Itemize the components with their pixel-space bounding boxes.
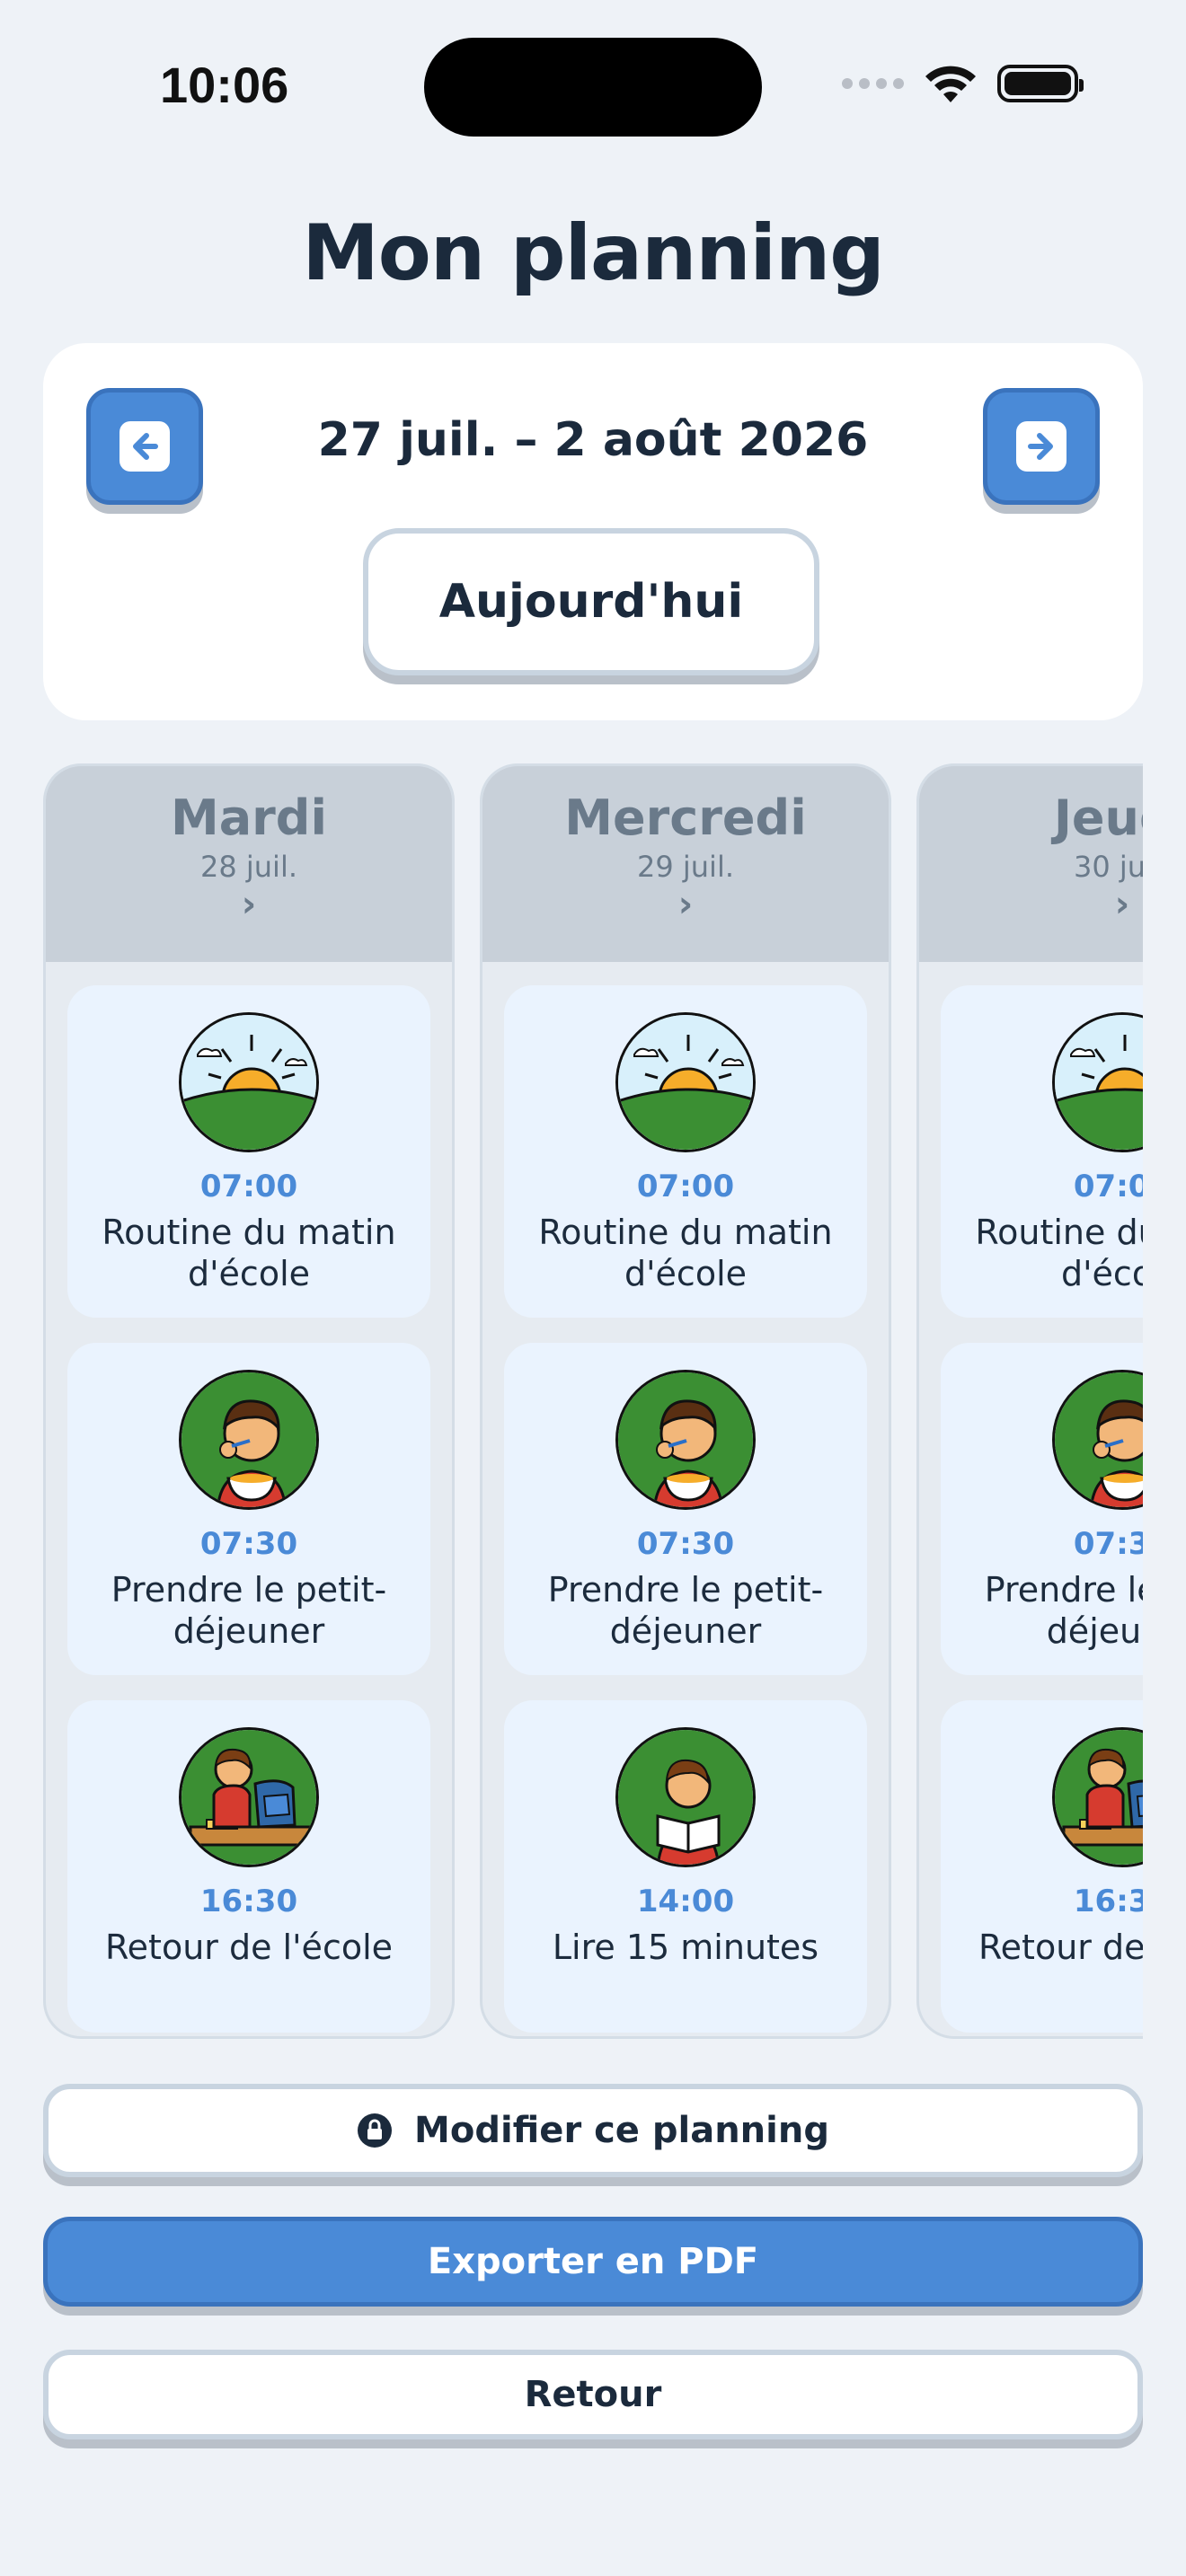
sunrise-icon	[615, 1012, 756, 1152]
sunrise-icon	[1052, 1012, 1143, 1152]
day-events: 07:00 Routine du matin d'école 07:30 Prendr…	[482, 962, 889, 2036]
dynamic-island	[424, 38, 762, 137]
days-track: Mardi 28 juil. › 07:00 Routine du matin d'éc…	[43, 763, 1143, 2039]
event-title: Prendre le petit-déjeuner	[547, 1570, 824, 1651]
sunrise-icon	[179, 1012, 319, 1152]
event-time: 07:30	[1073, 1526, 1143, 1562]
day-name: Mardi	[171, 790, 327, 846]
reading-icon	[615, 1727, 756, 1867]
event-card[interactable]: 16:30 Retour de l'école	[941, 1700, 1143, 2033]
day-events: 07:00 Routine du matin d'école 07:30 Prendr…	[919, 962, 1143, 2036]
event-card[interactable]: 07:30 Prendre le petit-déjeuner	[67, 1343, 430, 1675]
breakfast-icon	[179, 1370, 319, 1510]
event-card[interactable]: 07:00 Routine du matin d'école	[67, 985, 430, 1318]
arrow-right-icon	[1016, 421, 1067, 472]
event-title: Prendre le petit-déjeuner	[111, 1570, 387, 1651]
edit-planning-label: Modifier ce planning	[414, 2110, 829, 2151]
today-button[interactable]: Aujourd'hui	[363, 528, 819, 675]
event-time: 16:30	[199, 1883, 298, 1919]
event-card[interactable]: 07:30 Prendre le petit-déjeuner	[941, 1343, 1143, 1675]
week-navigation-card: 27 juil. – 2 août 2026 Aujourd'hui	[43, 343, 1143, 720]
edit-planning-button[interactable]: Modifier ce planning	[43, 2084, 1143, 2177]
status-icons	[842, 63, 1084, 104]
export-pdf-button[interactable]: Exporter en PDF	[43, 2217, 1143, 2307]
day-header[interactable]: Mercredi 29 juil. ›	[482, 766, 889, 962]
day-date: 28 juil.	[199, 850, 297, 884]
event-card[interactable]: 14:00 Lire 15 minutes	[504, 1700, 867, 2033]
event-card[interactable]: 16:30 Retour de l'école	[67, 1700, 430, 2033]
event-time: 14:00	[636, 1883, 735, 1919]
breakfast-icon	[1052, 1370, 1143, 1510]
days-scroller[interactable]: Mardi 28 juil. › 07:00 Routine du matin d'éc…	[43, 763, 1143, 2039]
event-title: Routine du matin d'école	[102, 1213, 396, 1293]
day-events: 07:00 Routine du matin d'école 07:30 Prendr…	[46, 962, 452, 2036]
chevron-right-icon: ›	[1114, 884, 1130, 925]
status-bar: 10:06	[0, 0, 1186, 162]
event-title: Routine du matin d'école	[975, 1213, 1143, 1293]
event-title: Retour de l'école	[104, 1928, 394, 1967]
event-card[interactable]: 07:30 Prendre le petit-déjeuner	[504, 1343, 867, 1675]
event-time: 07:00	[199, 1169, 298, 1204]
event-title: Routine du matin d'école	[538, 1213, 833, 1293]
next-week-button[interactable]	[983, 388, 1100, 505]
page-title: Mon planning	[302, 208, 885, 298]
day-column: Mercredi 29 juil. › 07:00 Routine du matin d…	[480, 763, 891, 2039]
day-column: Mardi 28 juil. › 07:00 Routine du matin d'éc…	[43, 763, 455, 2039]
event-title: Prendre le petit-déjeuner	[984, 1570, 1143, 1651]
day-name: Mercredi	[564, 790, 807, 846]
day-header[interactable]: Jeudi 30 juil.›	[919, 766, 1143, 962]
back-button[interactable]: Retour	[43, 2350, 1143, 2439]
week-range-label: 27 juil. – 2 août 2026	[317, 413, 869, 467]
event-time: 16:30	[1073, 1883, 1143, 1919]
wifi-icon	[925, 66, 976, 102]
status-time: 10:06	[160, 57, 289, 113]
day-date: 30 juil.	[1073, 850, 1143, 884]
event-card[interactable]: 07:00 Routine du matin d'école	[941, 985, 1143, 1318]
backpack-icon	[179, 1727, 319, 1867]
battery-icon	[997, 65, 1084, 102]
lock-icon	[358, 2113, 393, 2148]
event-time: 07:00	[636, 1169, 735, 1204]
event-time: 07:30	[636, 1526, 735, 1562]
event-title: Lire 15 minutes	[552, 1928, 819, 1967]
day-header[interactable]: Mardi 28 juil. ›	[46, 766, 452, 962]
event-card[interactable]: 07:00 Routine du matin d'école	[504, 985, 867, 1318]
event-title: Retour de l'école	[978, 1928, 1143, 1967]
event-time: 07:30	[199, 1526, 298, 1562]
day-name: Jeudi	[1053, 790, 1143, 846]
day-column: Jeudi 30 juil.› 07:00 Routine du matin d'éc…	[916, 763, 1143, 2039]
chevron-right-icon: ›	[241, 884, 257, 925]
cellular-signal-icon	[842, 78, 904, 89]
day-date: 29 juil.	[636, 850, 734, 884]
chevron-right-icon: ›	[677, 884, 694, 925]
backpack-icon	[1052, 1727, 1143, 1867]
event-time: 07:00	[1073, 1169, 1143, 1204]
breakfast-icon	[615, 1370, 756, 1510]
